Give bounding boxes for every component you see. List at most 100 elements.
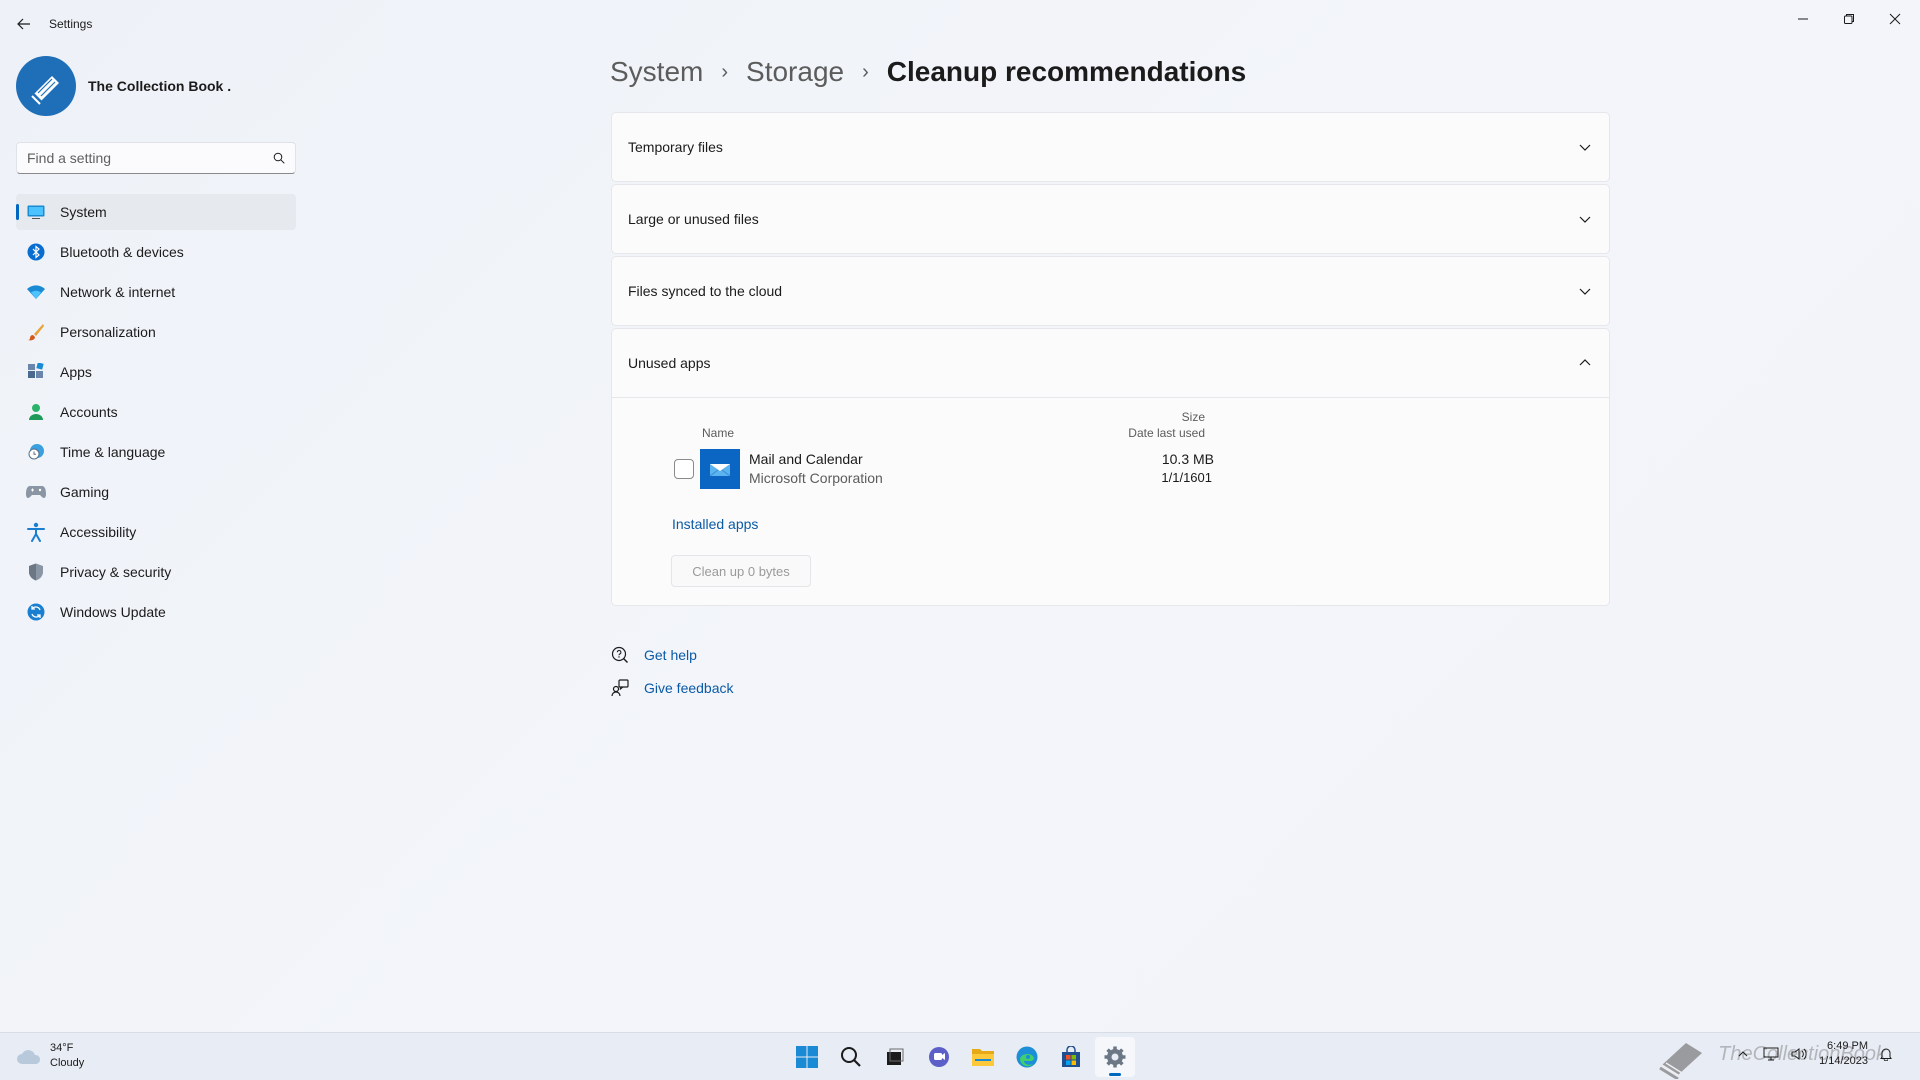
temporary-files-card[interactable]: Temporary files — [611, 112, 1610, 182]
unused-apps-header[interactable]: Unused apps — [612, 329, 1609, 397]
accessibility-icon — [26, 522, 46, 542]
gear-icon — [1104, 1046, 1126, 1068]
column-header-date[interactable]: Date last used — [1072, 426, 1205, 440]
person-icon — [26, 402, 46, 422]
wifi-icon — [26, 282, 46, 302]
chevron-down-icon — [1579, 144, 1591, 151]
sidebar-item-label: System — [60, 204, 107, 220]
edge-icon — [1016, 1046, 1038, 1068]
notification-icon — [1880, 1048, 1892, 1061]
cloud-icon — [17, 1050, 41, 1064]
sidebar-item-bluetooth[interactable]: Bluetooth & devices — [16, 234, 296, 270]
sidebar-item-gaming[interactable]: Gaming — [16, 474, 296, 510]
sidebar-item-label: Time & language — [60, 444, 166, 460]
help-chat-icon — [610, 645, 630, 665]
close-icon — [1889, 13, 1901, 25]
page-title: Cleanup recommendations — [886, 56, 1247, 87]
sidebar-nav: System Bluetooth & devices Network & int… — [16, 194, 296, 634]
sidebar-item-label: Gaming — [60, 484, 110, 500]
clock-globe-icon — [26, 442, 46, 462]
monitor-icon — [26, 202, 46, 222]
settings-taskbar-button[interactable] — [1095, 1037, 1135, 1077]
sidebar-item-accessibility[interactable]: Accessibility — [16, 514, 296, 550]
app-row[interactable]: Mail and Calendar Microsoft Corporation … — [674, 448, 1214, 490]
installed-apps-link[interactable]: Installed apps — [672, 516, 758, 532]
card-label: Files synced to the cloud — [628, 283, 783, 299]
chevron-down-icon — [1579, 216, 1591, 223]
minimize-icon — [1798, 18, 1808, 20]
files-synced-cloud-card[interactable]: Files synced to the cloud — [611, 256, 1610, 326]
search-input[interactable] — [27, 150, 273, 166]
sidebar-item-label: Apps — [60, 364, 92, 380]
sidebar-item-apps[interactable]: Apps — [16, 354, 296, 390]
give-feedback-label: Give feedback — [644, 679, 734, 696]
column-header-size[interactable]: Size — [1072, 410, 1205, 424]
taskbar: 34°F Cloudy TheCollectionBook 6:49 PM 1/… — [0, 1032, 1920, 1080]
shield-icon — [26, 562, 46, 582]
clock-date: 1/14/2023 — [1819, 1055, 1868, 1067]
monitor-network-icon — [1763, 1047, 1779, 1061]
update-icon — [26, 602, 46, 622]
get-help-link[interactable]: Get help — [610, 638, 734, 671]
sidebar-item-label: Privacy & security — [60, 564, 172, 580]
weather-widget[interactable]: 34°F Cloudy — [16, 1041, 84, 1071]
bluetooth-icon — [26, 242, 46, 262]
search-box[interactable] — [16, 142, 296, 174]
network-status-button[interactable] — [1761, 1044, 1781, 1064]
teams-chat-icon — [929, 1047, 949, 1067]
breadcrumb-storage-link[interactable]: Storage — [746, 56, 844, 88]
sidebar-item-accounts[interactable]: Accounts — [16, 394, 296, 430]
app-publisher: Microsoft Corporation — [749, 470, 883, 486]
volume-button[interactable] — [1789, 1044, 1809, 1064]
unused-apps-card: Unused apps Size Date last used Name Mai… — [611, 328, 1610, 606]
unused-apps-body: Size Date last used Name Mail and Calend… — [612, 397, 1609, 605]
settings-window: Settings The Collection Book . Find a se… — [0, 0, 1920, 1032]
store-button[interactable] — [1051, 1037, 1091, 1077]
cleanup-button[interactable]: Clean up 0 bytes — [671, 555, 811, 587]
app-date-last-used: 1/1/1601 — [1161, 470, 1212, 485]
clock-time: 6:49 PM — [1827, 1040, 1868, 1052]
feedback-icon — [610, 678, 630, 698]
close-button[interactable] — [1872, 4, 1918, 34]
sidebar-item-label: Personalization — [60, 324, 156, 340]
chevron-down-icon — [1579, 288, 1591, 295]
app-title: Settings — [49, 17, 93, 31]
sidebar-item-label: Bluetooth & devices — [60, 244, 184, 260]
back-arrow-icon — [17, 18, 30, 30]
start-button[interactable] — [787, 1037, 827, 1077]
sidebar-item-privacy[interactable]: Privacy & security — [16, 554, 296, 590]
give-feedback-link[interactable]: Give feedback — [610, 671, 734, 704]
user-profile[interactable]: The Collection Book . — [16, 56, 231, 116]
large-unused-files-card[interactable]: Large or unused files — [611, 184, 1610, 254]
column-header-name[interactable]: Name — [702, 426, 734, 440]
card-label: Large or unused files — [628, 211, 759, 227]
notifications-button[interactable] — [1876, 1044, 1896, 1064]
sidebar-item-windows-update[interactable]: Windows Update — [16, 594, 296, 630]
task-view-icon — [887, 1048, 904, 1065]
taskbar-search-button[interactable] — [831, 1037, 871, 1077]
app-size: 10.3 MB — [1161, 451, 1214, 467]
chat-button[interactable] — [919, 1037, 959, 1077]
task-view-button[interactable] — [875, 1037, 915, 1077]
restore-button[interactable] — [1826, 4, 1872, 34]
app-name: Mail and Calendar — [749, 451, 863, 467]
sidebar-item-personalization[interactable]: Personalization — [16, 314, 296, 350]
app-checkbox[interactable] — [674, 459, 694, 479]
help-links: Get help Give feedback — [610, 638, 734, 704]
file-explorer-button[interactable] — [963, 1037, 1003, 1077]
brush-icon — [26, 322, 46, 342]
sidebar-item-time-language[interactable]: Time & language — [16, 434, 296, 470]
card-label: Temporary files — [628, 139, 723, 155]
sidebar-item-label: Accounts — [60, 404, 118, 420]
sidebar-item-network[interactable]: Network & internet — [16, 274, 296, 310]
avatar — [16, 56, 76, 116]
edge-browser-button[interactable] — [1007, 1037, 1047, 1077]
weather-desc: Cloudy — [50, 1057, 85, 1069]
clock[interactable]: 6:49 PM 1/14/2023 — [1819, 1039, 1868, 1069]
back-button[interactable] — [12, 12, 36, 36]
show-hidden-icons-button[interactable] — [1733, 1044, 1753, 1064]
minimize-button[interactable] — [1780, 4, 1826, 34]
breadcrumb: System › Storage › Cleanup recommendatio… — [610, 56, 1246, 88]
sidebar-item-system[interactable]: System — [16, 194, 296, 230]
breadcrumb-system-link[interactable]: System — [610, 56, 703, 88]
